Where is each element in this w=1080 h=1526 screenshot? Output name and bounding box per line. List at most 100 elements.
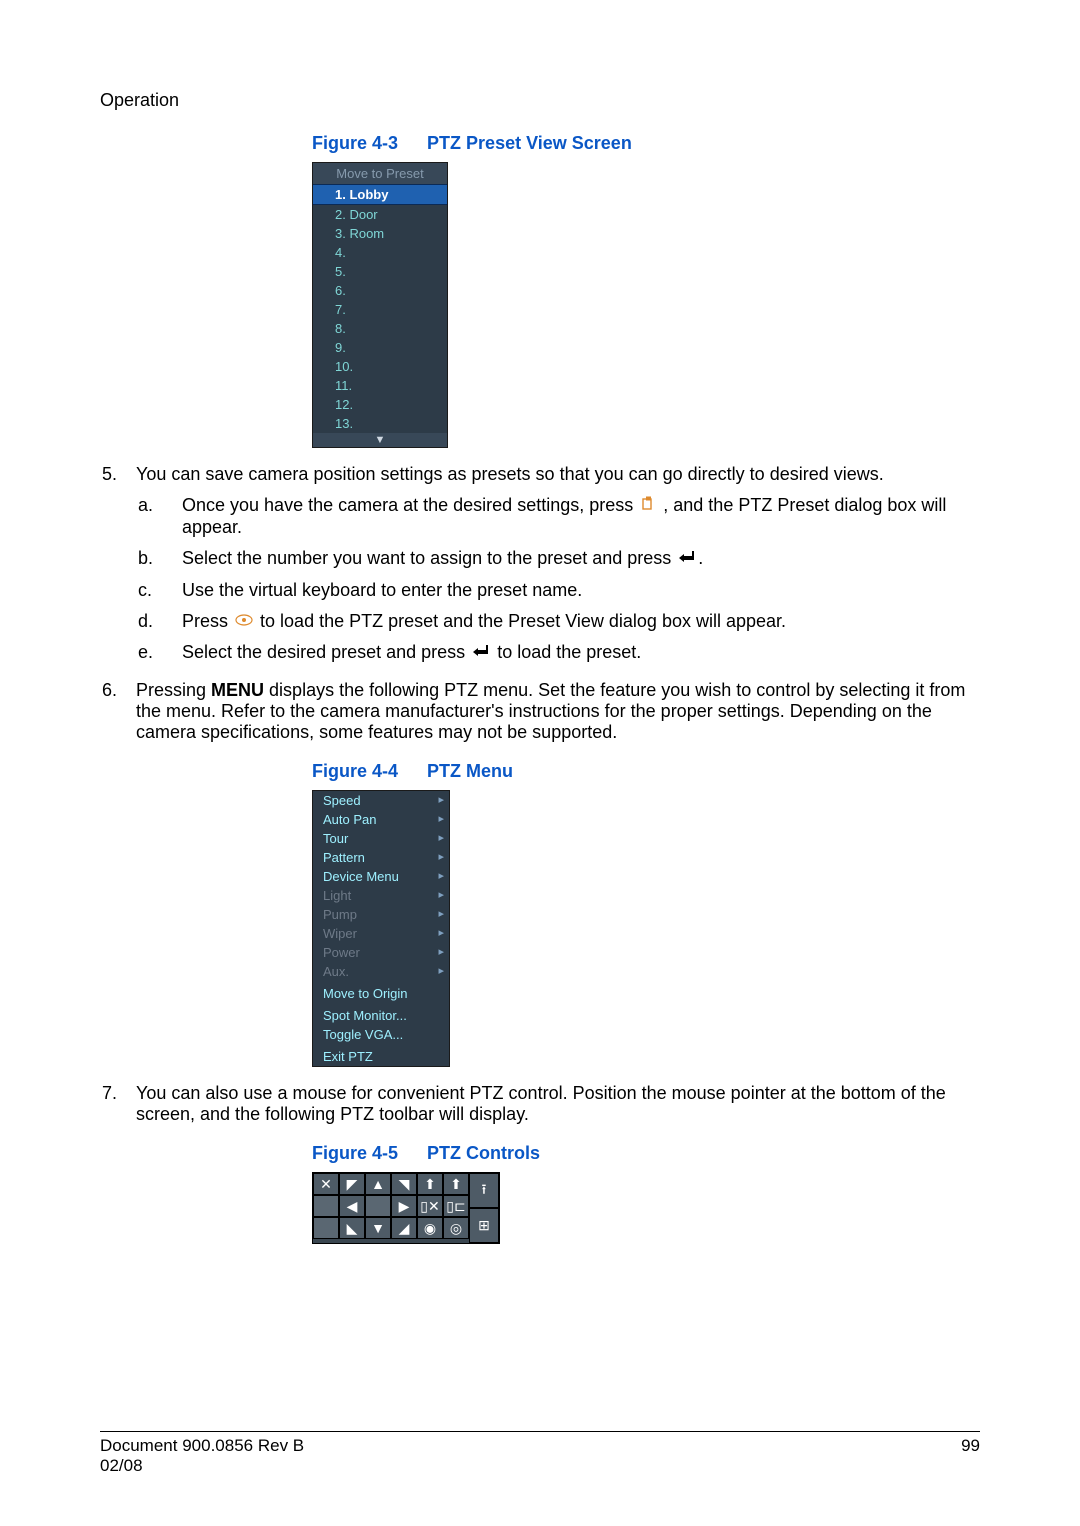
toolbar-button: ▶ — [391, 1195, 417, 1217]
list-item: 7. You can also use a mouse for convenie… — [100, 1083, 980, 1125]
footer-date: 02/08 — [100, 1456, 304, 1476]
toolbar-button: ✕ — [313, 1173, 339, 1195]
sub-letter: b. — [136, 548, 182, 569]
toolbar-button: ◤ — [339, 1173, 365, 1195]
ptz-menu-item: Light▸ — [313, 886, 449, 905]
toolbar-button: ◀ — [339, 1195, 365, 1217]
sub-text: Press — [182, 611, 233, 631]
step-text: You can save camera position settings as… — [136, 464, 884, 484]
toolbar-button: ▯✕ — [417, 1195, 443, 1217]
figure-caption: Figure 4-3 PTZ Preset View Screen — [312, 133, 632, 154]
footer: Document 900.0856 Rev B 02/08 99 — [100, 1436, 980, 1476]
toolbar-button — [313, 1195, 339, 1217]
preset-item: 3. Room — [313, 224, 447, 243]
chevron-right-icon: ▸ — [438, 792, 444, 809]
preset-item: 13. — [313, 414, 447, 433]
preset-item: 9. — [313, 338, 447, 357]
preset-item: 7. — [313, 300, 447, 319]
toolbar-button: ▯⊏ — [443, 1195, 469, 1217]
chevron-right-icon: ▸ — [438, 849, 444, 866]
sub-letter: a. — [136, 495, 182, 516]
preset-item: 10. — [313, 357, 447, 376]
ptz-menu-item: Move to Origin — [313, 984, 449, 1003]
ptz-menu: Speed▸Auto Pan▸Tour▸Pattern▸Device Menu▸… — [312, 790, 450, 1067]
preset-item: 2. Door — [313, 205, 447, 224]
figure-label: Figure 4-5 — [312, 1143, 398, 1163]
toolbar-button: ◢ — [391, 1217, 417, 1239]
chevron-right-icon: ▸ — [438, 906, 444, 923]
preset-set-icon — [640, 496, 656, 517]
figure-caption: Figure 4-5 PTZ Controls — [312, 1143, 980, 1164]
toolbar-button: ⊞ — [469, 1208, 499, 1243]
sub-letter: c. — [136, 580, 182, 601]
preset-menu-title: Move to Preset — [313, 163, 447, 184]
toolbar-button: ⭱ — [469, 1173, 499, 1208]
sub-item: a. Once you have the camera at the desir… — [136, 495, 980, 538]
figure-label: Figure 4-3 — [312, 133, 398, 153]
toolbar-button: ⬆ — [417, 1173, 443, 1195]
sub-item: d. Press to load the PTZ preset and the … — [136, 611, 980, 633]
chevron-right-icon: ▸ — [438, 811, 444, 828]
ptz-menu-item: Pump▸ — [313, 905, 449, 924]
sub-text: to load the PTZ preset and the Preset Vi… — [260, 611, 786, 631]
toolbar-button: ◣ — [339, 1217, 365, 1239]
sub-text: Select the desired preset and press — [182, 642, 470, 662]
chevron-right-icon: ▸ — [438, 944, 444, 961]
preset-item: 4. — [313, 243, 447, 262]
sub-item: e. Select the desired preset and press t… — [136, 642, 980, 664]
ptz-menu-item: Aux.▸ — [313, 962, 449, 981]
toolbar-button: ◎ — [443, 1217, 469, 1239]
toolbar-button — [313, 1217, 339, 1239]
sub-text: Select the number you want to assign to … — [182, 548, 676, 568]
toolbar-button: ▼ — [365, 1217, 391, 1239]
chevron-down-icon: ▼ — [375, 435, 386, 446]
enter-icon — [472, 643, 490, 664]
ptz-menu-item: Device Menu▸ — [313, 867, 449, 886]
ptz-menu-item: Power▸ — [313, 943, 449, 962]
ptz-menu-item: Exit PTZ — [313, 1047, 449, 1066]
list-item: 5. You can save camera position settings… — [100, 464, 980, 664]
step-number: 7. — [100, 1083, 136, 1104]
preset-item: 11. — [313, 376, 447, 395]
step-number: 5. — [100, 464, 136, 485]
step-text: Pressing MENU displays the following PTZ… — [136, 680, 965, 742]
sub-text: . — [698, 548, 703, 568]
sub-item: c. Use the virtual keyboard to enter the… — [136, 580, 980, 601]
preset-item: 1. Lobby — [313, 184, 447, 205]
sub-text: Once you have the camera at the desired … — [182, 495, 638, 515]
chevron-right-icon: ▸ — [438, 963, 444, 980]
toolbar-button: ⬆ — [443, 1173, 469, 1195]
figure-label: Figure 4-4 — [312, 761, 398, 781]
chevron-right-icon: ▸ — [438, 830, 444, 847]
section-title: Operation — [100, 90, 980, 111]
ptz-menu-item: Wiper▸ — [313, 924, 449, 943]
ptz-toolbar: ✕◤▲◥⬆⬆◀▶▯✕▯⊏◣▼◢◉◎⭱⊞ — [312, 1172, 500, 1244]
footer-page: 99 — [961, 1436, 980, 1476]
preset-menu: Move to Preset 1. Lobby2. Door3. Room4.5… — [312, 162, 448, 448]
toolbar-button — [365, 1195, 391, 1217]
step-number: 6. — [100, 680, 136, 701]
ptz-menu-item: Toggle VGA... — [313, 1025, 449, 1044]
footer-divider — [100, 1431, 980, 1432]
ptz-menu-item: Pattern▸ — [313, 848, 449, 867]
figure-caption: Figure 4-4 PTZ Menu — [312, 761, 980, 782]
toolbar-button: ◥ — [391, 1173, 417, 1195]
sub-letter: d. — [136, 611, 182, 632]
toolbar-button: ◉ — [417, 1217, 443, 1239]
preset-item: 6. — [313, 281, 447, 300]
ptz-menu-item: Spot Monitor... — [313, 1006, 449, 1025]
figure-title: PTZ Menu — [427, 761, 513, 781]
preset-item: 12. — [313, 395, 447, 414]
chevron-right-icon: ▸ — [438, 887, 444, 904]
ptz-menu-item: Auto Pan▸ — [313, 810, 449, 829]
load-preset-icon — [235, 611, 253, 632]
chevron-right-icon: ▸ — [438, 925, 444, 942]
ptz-menu-item: Tour▸ — [313, 829, 449, 848]
sub-letter: e. — [136, 642, 182, 663]
enter-icon — [678, 549, 696, 570]
list-item: 6. Pressing MENU displays the following … — [100, 680, 980, 743]
sub-text: Use the virtual keyboard to enter the pr… — [182, 580, 980, 601]
step-text: You can also use a mouse for convenient … — [136, 1083, 980, 1125]
preset-item: 5. — [313, 262, 447, 281]
sub-item: b. Select the number you want to assign … — [136, 548, 980, 570]
